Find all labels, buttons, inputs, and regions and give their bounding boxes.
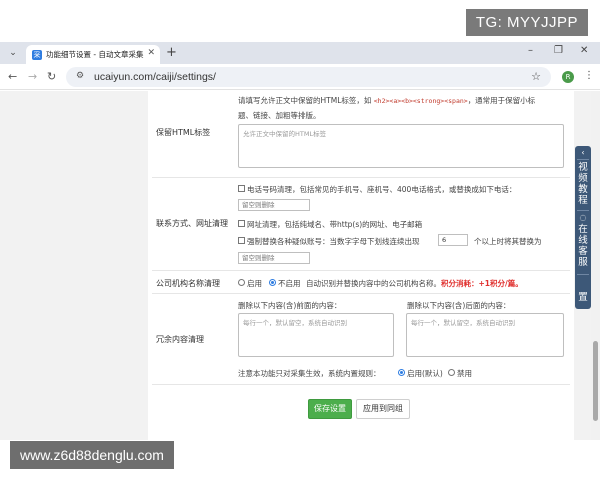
company-cleanup-desc: 自动识别并替换内容中的公司机构名称。积分消耗：+1积分/篇。 [306,279,523,288]
builtin-rules-disable-radio[interactable] [448,369,455,376]
page-content: 请填写允许正文中保留的HTML标签，如 <h2><a><b><strong><s… [0,91,600,440]
side-separator [577,210,589,211]
force-replace-text: 强制替换各种疑似账号：当数字字母下划线连续出现 [247,237,420,246]
browser-tab-active[interactable]: 采 功能细节设置 - 自动文章采集 ✕ [26,45,160,64]
apply-to-group-button[interactable]: 应用到同组 [356,399,410,419]
divider-2 [152,270,570,271]
new-tab-plus-icon[interactable]: + [166,45,177,60]
phone-replace-input[interactable] [238,199,310,211]
tab-title: 功能细节设置 - 自动文章采集 [46,50,144,59]
reload-icon[interactable]: ↻ [47,70,56,83]
delete-before-label: 删除以下内容(含)前面的内容： [238,301,342,310]
side-separator [577,159,589,160]
address-bar[interactable]: ⚙ ucaiyun.com/caiji/settings/ ☆ [66,67,551,87]
phone-cleanup-checkbox[interactable] [238,185,245,192]
company-disable-radio[interactable] [269,279,276,286]
delete-before-textarea[interactable] [238,313,394,357]
delete-after-textarea[interactable] [406,313,564,357]
collapse-arrow-icon[interactable]: ‹ [575,148,591,157]
phone-cleanup-text: 电话号码清理，包括常见的手机号、座机号、400电话格式，或替换成如下电话： [247,185,517,194]
divider-4 [152,384,570,385]
window-minimize-icon[interactable]: – [528,45,533,56]
side-separator [577,274,589,275]
profile-avatar[interactable]: R [562,71,574,83]
scrollbar-thumb[interactable] [593,341,598,421]
builtin-rules-enable-label: 启用(默认) [407,369,443,378]
force-replace-checkbox[interactable] [238,237,245,244]
force-replace-suffix: 个以上时将其替换为 [474,237,542,246]
headset-icon: ◌ [579,213,587,222]
browser-tab-bar: ⌄ 采 功能细节设置 - 自动文章采集 ✕ + – ❐ ✕ [0,42,600,64]
online-service-link[interactable]: 在线客服 [578,224,588,268]
page-scrollbar[interactable] [591,91,600,440]
company-enable-label: 启用 [247,279,262,288]
site-info-icon[interactable]: ⚙ [76,71,84,81]
back-to-top-link[interactable]: 置 [578,292,588,303]
site-favicon-icon: 采 [32,50,42,60]
force-replace-input[interactable] [238,252,310,264]
html-tags-description-line2: 题、链接、加粗等排版。 [238,111,321,120]
video-tutorial-link[interactable]: 视频教程 [578,162,588,206]
window-restore-icon[interactable]: ❐ [554,45,563,56]
html-tags-textarea[interactable] [238,124,564,168]
html-tags-description: 请填写允许正文中保留的HTML标签，如 <h2><a><b><strong><s… [238,96,536,105]
side-float-widget: ‹ 视频教程 ◌ 在线客服 置 [575,146,591,309]
company-disable-label: 不启用 [278,279,301,288]
contact-cleanup-label: 联系方式、网址清理 [156,219,228,228]
browser-toolbar: ← → ↻ ⚙ ucaiyun.com/caiji/settings/ ☆ R … [0,64,600,90]
company-enable-radio[interactable] [238,279,245,286]
url-cleanup-text: 网址清理，包括纯域名、带http(s)的网址、电子邮箱 [247,220,423,229]
browser-menu-icon[interactable]: ⋮ [584,70,594,81]
watermark-bottom: www.z6d88denglu.com [10,441,174,469]
bookmark-star-icon[interactable]: ☆ [531,70,541,83]
builtin-rules-enable-radio[interactable] [398,369,405,376]
html-tags-label: 保留HTML标签 [156,128,211,137]
url-cleanup-checkbox[interactable] [238,220,245,227]
divider-3 [152,293,570,294]
divider-1 [152,177,570,178]
tab-close-icon[interactable]: ✕ [147,48,155,58]
force-replace-count-input[interactable] [438,234,468,246]
window-close-icon[interactable]: ✕ [580,45,588,56]
url-text: ucaiyun.com/caiji/settings/ [94,71,216,83]
delete-after-label: 删除以下内容(含)后面的内容： [407,301,511,310]
save-settings-button[interactable]: 保存设置 [308,399,352,419]
company-cleanup-label: 公司机构名称清理 [156,279,220,288]
watermark-top: TG: MYYJJPP [465,9,588,36]
settings-panel: 请填写允许正文中保留的HTML标签，如 <h2><a><b><strong><s… [148,91,574,440]
tab-list-chevron-icon[interactable]: ⌄ [6,47,20,59]
builtin-rules-disable-label: 禁用 [457,369,472,378]
forward-arrow-icon[interactable]: → [28,70,37,83]
redundant-cleanup-label: 冗余内容清理 [156,335,204,344]
back-arrow-icon[interactable]: ← [8,70,17,83]
redundant-note: 注意本功能只对采集生效，系统内置规则： [238,369,381,378]
